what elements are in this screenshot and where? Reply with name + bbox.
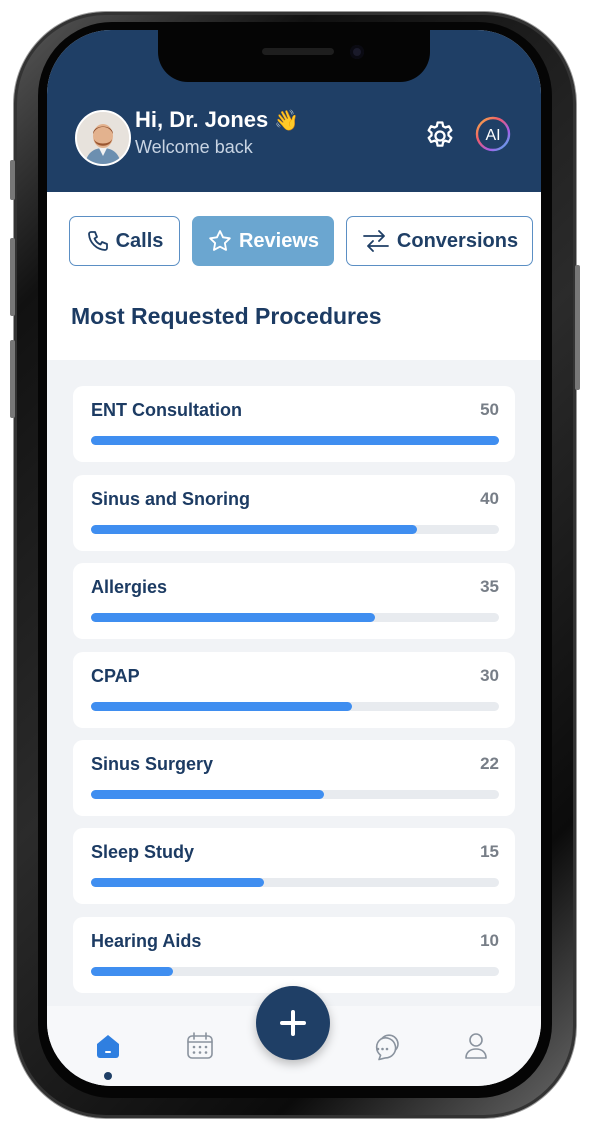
- nav-home[interactable]: [88, 1026, 128, 1066]
- procedure-progress-track: [91, 878, 499, 887]
- procedure-card[interactable]: Hearing Aids 10: [73, 917, 515, 993]
- nav-calendar[interactable]: [180, 1026, 220, 1066]
- procedure-count: 50: [480, 400, 499, 419]
- procedure-count: 35: [480, 577, 499, 596]
- tab-conversions-label: Conversions: [396, 229, 519, 252]
- speaker-grille: [262, 48, 334, 55]
- procedure-card[interactable]: CPAP 30: [73, 652, 515, 728]
- arrows-exchange-icon: [363, 230, 389, 252]
- procedure-name: Sleep Study: [91, 842, 195, 862]
- phone-icon: [87, 231, 108, 251]
- avatar[interactable]: [75, 110, 131, 166]
- procedure-name: Allergies: [91, 577, 168, 597]
- home-icon: [97, 1035, 119, 1058]
- procedure-card[interactable]: Sinus Surgery 22: [73, 740, 515, 816]
- procedure-card[interactable]: ENT Consultation 50: [73, 386, 515, 462]
- procedure-progress-track: [91, 790, 499, 799]
- nav-chat[interactable]: [364, 1026, 404, 1066]
- wave-emoji: 👋: [274, 110, 300, 132]
- chat-icon: [375, 1034, 399, 1061]
- power-button: [575, 265, 580, 390]
- active-indicator-dot: [104, 1072, 112, 1080]
- procedure-count: 30: [480, 666, 499, 685]
- silent-switch: [10, 160, 15, 200]
- phone-notch: [158, 30, 430, 82]
- procedure-progress-fill: [91, 525, 418, 534]
- nav-profile[interactable]: [456, 1026, 496, 1066]
- section-title: Most Requested Procedures: [71, 303, 382, 329]
- tab-conversions[interactable]: Conversions: [346, 216, 533, 266]
- procedure-name: CPAP: [91, 666, 140, 686]
- procedure-progress-fill: [91, 436, 499, 445]
- procedure-progress-fill: [91, 702, 353, 711]
- procedure-progress-track: [91, 967, 499, 976]
- volume-down-button: [10, 340, 15, 418]
- tab-calls-label: Calls: [115, 229, 164, 252]
- procedure-progress-fill: [91, 967, 173, 976]
- ai-label: AI: [485, 127, 500, 144]
- greeting-text: Hi, Dr. Jones 👋: [135, 107, 299, 133]
- welcome-subtitle: Welcome back: [135, 137, 253, 157]
- procedure-count: 15: [480, 842, 499, 861]
- tab-calls[interactable]: Calls: [69, 216, 180, 266]
- procedure-count: 22: [480, 754, 499, 773]
- tab-section: Calls Reviews Conversions Most Requested…: [47, 192, 541, 360]
- calendar-icon: [187, 1032, 213, 1059]
- procedure-progress-track: [91, 702, 499, 711]
- procedure-count: 40: [480, 489, 499, 508]
- app-screen: Hi, Dr. Jones 👋 Welcome back AI Calls Re…: [47, 30, 541, 1086]
- procedure-progress-track: [91, 525, 499, 534]
- volume-up-button: [10, 238, 15, 316]
- procedure-progress-fill: [91, 613, 375, 622]
- add-button[interactable]: [256, 986, 330, 1060]
- profile-icon: [465, 1033, 487, 1059]
- procedure-progress-fill: [91, 878, 265, 887]
- ai-assistant-icon[interactable]: AI: [474, 116, 512, 154]
- procedure-name: Sinus Surgery: [91, 754, 214, 774]
- procedure-progress-fill: [91, 790, 324, 799]
- greeting-label: Hi, Dr. Jones: [135, 107, 269, 132]
- settings-gear-icon[interactable]: [423, 119, 457, 153]
- procedure-name: Sinus and Snoring: [91, 489, 251, 509]
- procedure-card[interactable]: Allergies 35: [73, 563, 515, 639]
- procedure-count: 10: [480, 931, 499, 950]
- procedure-card[interactable]: Sinus and Snoring 40: [73, 475, 515, 551]
- procedure-name: ENT Consultation: [91, 400, 242, 420]
- procedure-progress-track: [91, 436, 499, 445]
- front-camera: [350, 45, 364, 59]
- procedure-name: Hearing Aids: [91, 931, 202, 951]
- tab-reviews[interactable]: Reviews: [192, 216, 334, 266]
- procedure-card[interactable]: Sleep Study 15: [73, 828, 515, 904]
- plus-icon: [280, 1010, 306, 1036]
- tab-reviews-label: Reviews: [238, 229, 320, 252]
- procedure-progress-track: [91, 613, 499, 622]
- star-icon: [209, 230, 231, 251]
